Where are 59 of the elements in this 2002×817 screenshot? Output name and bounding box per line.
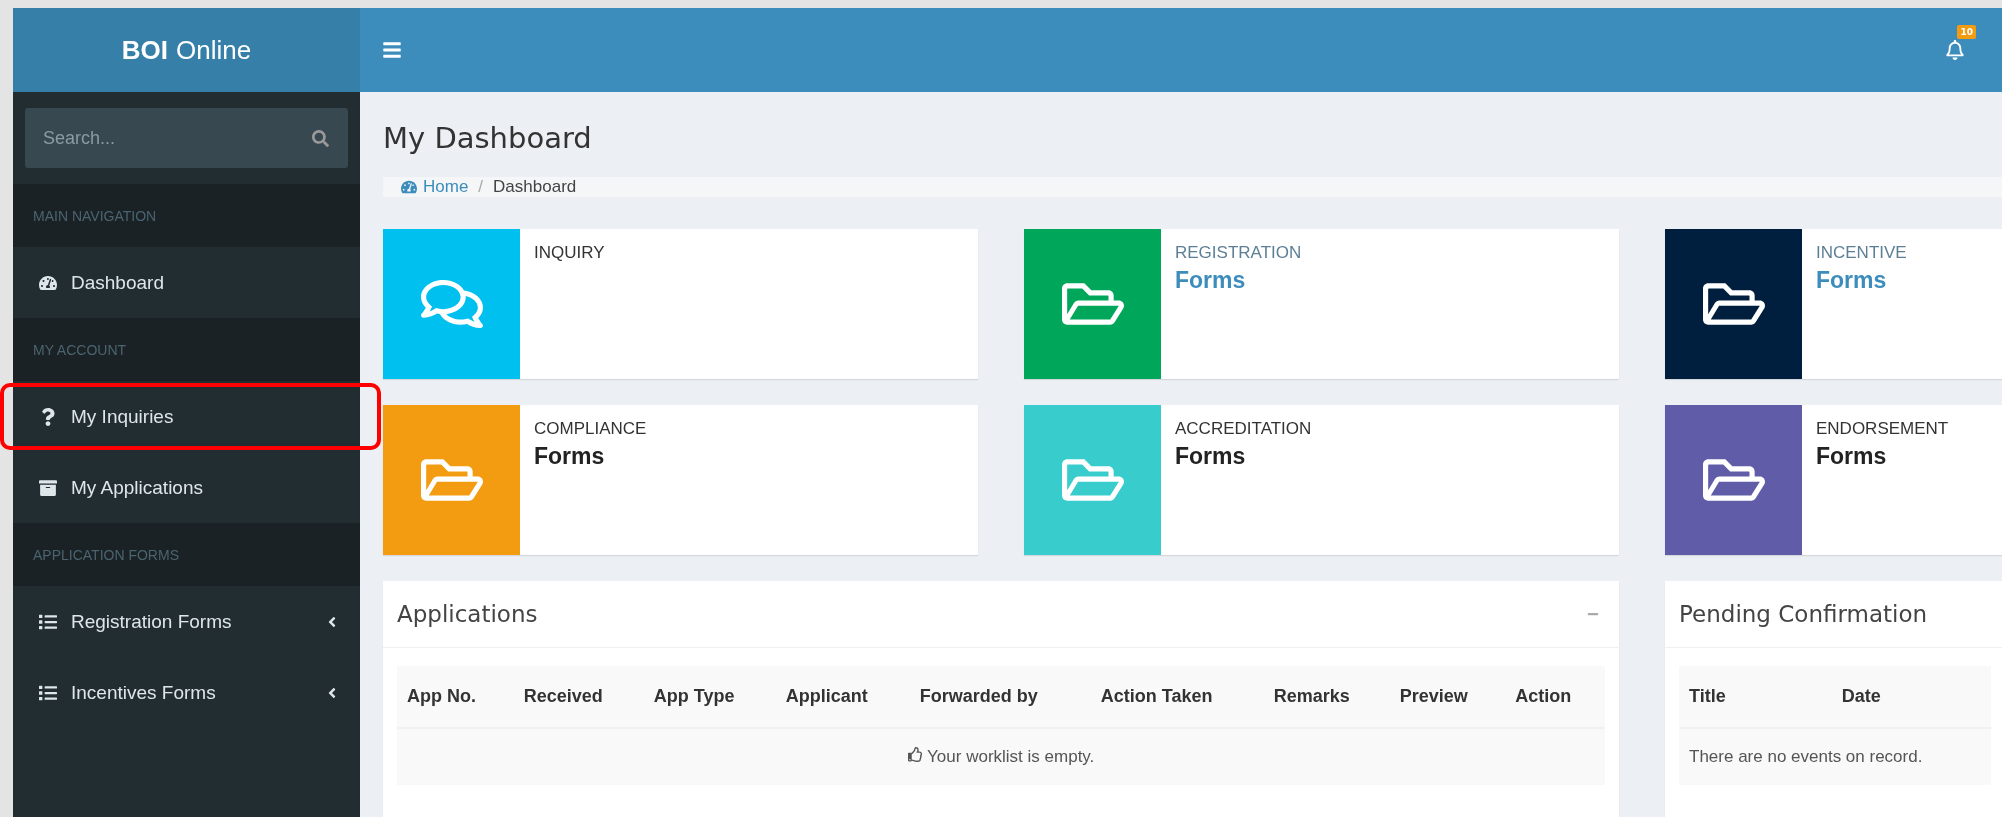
column-header: Action [1505,666,1605,728]
info-box[interactable]: COMPLIANCE Forms [383,405,978,555]
column-header: Remarks [1263,666,1390,728]
column-header: Preview [1389,666,1506,728]
question-icon [39,407,57,426]
breadcrumb-current: Dashboard [493,177,577,197]
archive-icon [39,478,57,497]
sidebar-item[interactable]: My Applications [13,452,360,523]
list-icon [39,612,57,631]
sidebar-item[interactable]: Dashboard [13,247,360,318]
search-icon [311,129,329,147]
info-box[interactable]: REGISTRATION Forms [1024,229,1619,379]
info-box[interactable]: INQUIRY [383,229,978,379]
sidebar-item[interactable]: Registration Forms [13,586,360,657]
info-box-title: COMPLIANCE [534,419,647,439]
notification-badge: 10 [1957,25,1976,39]
column-header: App Type [643,666,776,728]
info-box-title: REGISTRATION [1175,243,1302,263]
thumbs-up-icon [907,747,923,762]
sidebar-item[interactable]: My Inquiries [13,381,360,452]
list-icon [39,683,57,702]
column-header: Date [1831,666,1991,728]
search-button[interactable] [292,108,348,168]
app-logo[interactable]: BOI Online [13,8,360,92]
column-header: Title [1679,666,1832,728]
page-title: My Dashboard [383,121,593,155]
menu-icon[interactable] [382,40,402,60]
info-box[interactable]: ENDORSEMENT Forms [1665,405,2002,555]
nav-section-header: MAIN NAVIGATION [13,184,360,247]
info-box-subtitle: Forms [1175,443,1247,470]
info-box-subtitle[interactable]: Forms [1816,267,1907,294]
empty-message: Your worklist is empty. [907,747,1095,766]
search-field[interactable]: Search... [25,108,292,168]
info-box-title: INQUIRY [534,243,605,263]
logo-text: BOI [121,34,169,66]
column-header: Applicant [775,666,910,728]
nav-section-header: MY ACCOUNT [13,318,360,381]
info-box-subtitle: Forms [1816,443,1888,470]
column-header: Forwarded by [909,666,1091,728]
info-box-title: ENDORSEMENT [1816,419,1949,439]
info-box-title: INCENTIVE [1816,243,1907,263]
breadcrumb-separator: / [478,177,484,197]
column-header: App No. [397,666,514,728]
info-box-title: ACCREDITATION [1175,419,1312,439]
sidebar-item[interactable]: Incentives Forms [13,657,360,728]
gauge-icon [39,273,57,292]
column-header: Received [513,666,644,728]
gauge-icon [401,179,417,195]
panel-title: Applications [397,601,538,627]
bell-icon [1945,40,1965,60]
info-box-subtitle: Forms [534,443,606,470]
empty-message: There are no events on record. [1679,728,1991,785]
column-header: Action Taken [1090,666,1264,728]
info-box-subtitle[interactable]: Forms [1175,267,1302,294]
panel-title: Pending Confirmation [1679,601,1928,627]
info-box[interactable]: INCENTIVE Forms [1665,229,2002,379]
info-box[interactable]: ACCREDITATION Forms [1024,405,1619,555]
nav-section-header: APPLICATION FORMS [13,523,360,586]
logo-text: Online [176,34,252,66]
